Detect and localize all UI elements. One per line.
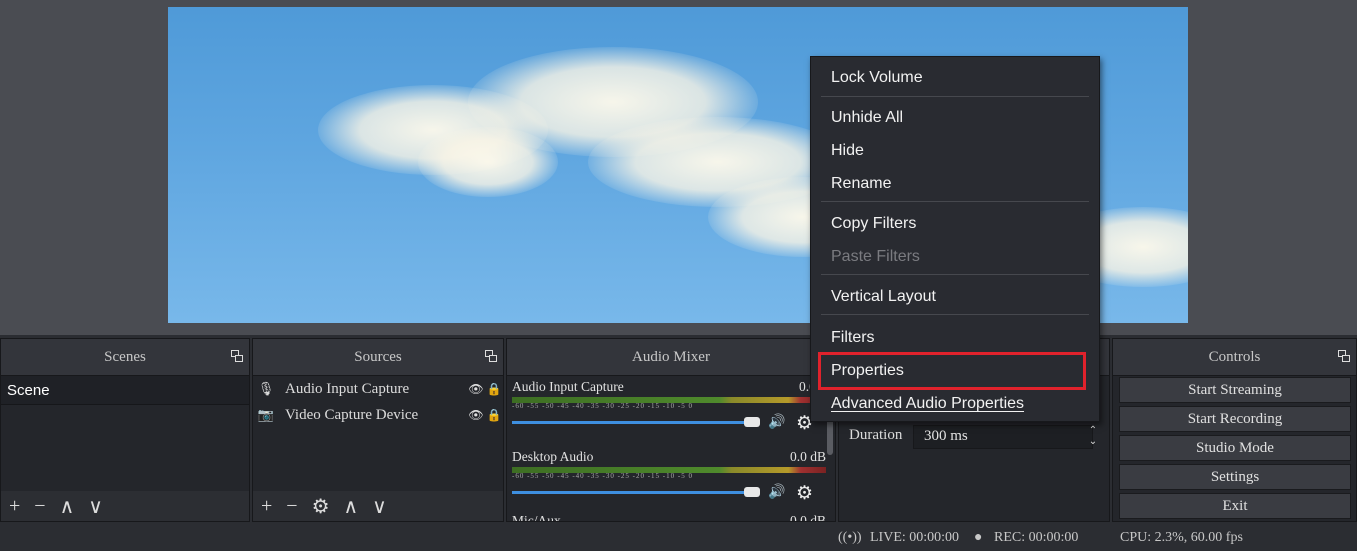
menu-item-unhide-all[interactable]: Unhide All [831,109,903,127]
menu-separator [821,96,1089,97]
audio-mixer-dock: Audio Mixer Audio Input Capture0.0 d -60… [506,338,836,522]
sources-toolbar: + − ⚙ ∧ ∨ [253,491,503,521]
move-down-button[interactable]: ∨ [88,494,103,519]
context-menu: Lock Volume Unhide All Hide Rename Copy … [810,56,1100,422]
channel-name: Mic/Aux [512,513,561,522]
add-scene-button[interactable]: + [9,495,20,518]
sources-header: Sources [253,339,503,376]
sources-dock: Sources 🎙 Audio Input Capture 👁 🔒 📷 Vide… [252,338,504,522]
menu-item-copy-filters[interactable]: Copy Filters [831,215,916,233]
channel-name: Desktop Audio [512,449,594,464]
volume-slider[interactable]: 🔊 ⚙ [512,482,826,505]
undock-icon[interactable] [231,350,243,362]
menu-item-rename[interactable]: Rename [831,175,891,193]
rec-time: REC: 00:00:00 [994,530,1079,545]
scenes-header: Scenes [1,339,249,376]
channel-level: 0.0 dB [789,513,826,522]
start-streaming-button[interactable]: Start Streaming [1119,377,1351,403]
record-dot-icon: ● [974,530,983,545]
meter-ticks: -60 -55 -50 -45 -40 -35 -30 -25 -20 -15 … [512,403,693,410]
add-source-button[interactable]: + [261,495,272,518]
menu-item-lock-volume[interactable]: Lock Volume [831,69,923,87]
controls-title: Controls [1208,348,1261,365]
remove-source-button[interactable]: − [286,495,297,518]
slider-track [512,421,752,424]
mixer-channel-mic-aux: Mic/Aux 0.0 dB [512,513,826,522]
move-down-button[interactable]: ∨ [372,494,387,519]
microphone-icon: 🎙 [257,381,275,396]
source-properties-button[interactable]: ⚙ [312,494,330,519]
menu-separator [821,201,1089,202]
move-up-button[interactable]: ∧ [344,494,359,519]
duration-value: 300 ms [924,428,968,444]
menu-item-advanced-audio-properties[interactable]: Advanced Audio Properties [831,395,1024,413]
scene-list-item[interactable]: Scene [1,376,249,405]
undock-icon[interactable] [485,350,497,362]
move-up-button[interactable]: ∧ [60,494,75,519]
source-item-audio-input[interactable]: 🎙 Audio Input Capture 👁 🔒 [253,376,503,402]
remove-scene-button[interactable]: − [34,495,45,518]
lock-icon[interactable]: 🔒 [485,382,503,397]
gear-icon[interactable]: ⚙ [796,482,813,505]
channel-level: 0.0 dB [789,449,826,464]
source-item-video-capture[interactable]: 📷 Video Capture Device 👁 🔒 [253,402,503,428]
speaker-icon[interactable]: 🔊 [768,414,785,431]
eye-icon[interactable]: 👁 [467,408,485,423]
menu-item-filters[interactable]: Filters [831,329,875,347]
start-recording-button[interactable]: Start Recording [1119,406,1351,432]
meter-ticks: -60 -55 -50 -45 -40 -35 -30 -25 -20 -15 … [512,473,693,480]
channel-name: Audio Input Capture [512,379,624,394]
highlight-box [818,352,1086,390]
sources-title: Sources [354,348,402,365]
duration-input[interactable]: 300 ms [913,425,1093,449]
menu-item-vertical-layout[interactable]: Vertical Layout [831,288,936,306]
slider-handle[interactable] [744,417,760,427]
controls-dock: Controls Start Streaming Start Recording… [1112,338,1357,522]
eye-icon[interactable]: 👁 [467,382,485,397]
mixer-title: Audio Mixer [632,348,710,365]
cpu-status: CPU: 2.3%, 60.00 fps [1120,530,1243,545]
mixer-header: Audio Mixer [507,339,835,376]
mixer-channel-desktop-audio: Desktop Audio 0.0 dB -60 -55 -50 -45 -40 … [512,449,826,505]
settings-button[interactable]: Settings [1119,464,1351,490]
menu-separator [821,314,1089,315]
scenes-dock: Scenes Scene + − ∧ ∨ [0,338,250,522]
lock-icon[interactable]: 🔒 [485,408,503,423]
menu-item-paste-filters: Paste Filters [831,248,920,265]
controls-header: Controls [1113,339,1356,376]
scenes-title: Scenes [104,348,146,365]
slider-track [512,491,752,494]
cloud [418,127,558,197]
menu-separator [821,274,1089,275]
undock-icon[interactable] [1338,350,1350,362]
live-icon: ((•)) [838,530,862,545]
mixer-channel-audio-input: Audio Input Capture0.0 d -60 -55 -50 -45… [512,379,826,434]
studio-mode-button[interactable]: Studio Mode [1119,435,1351,461]
slider-handle[interactable] [744,487,760,497]
exit-button[interactable]: Exit [1119,493,1351,519]
status-bar: ((•)) LIVE: 00:00:00 ● REC: 00:00:00 CPU… [0,522,1357,551]
duration-label: Duration [849,427,903,443]
speaker-icon[interactable]: 🔊 [768,484,785,501]
source-label: Video Capture Device [285,406,419,423]
volume-slider[interactable]: 🔊 ⚙ [512,413,826,434]
source-label: Audio Input Capture [285,380,410,397]
camera-icon: 📷 [257,407,275,422]
scenes-toolbar: + − ∧ ∨ [1,491,249,521]
menu-item-hide[interactable]: Hide [831,142,864,160]
duration-spinner[interactable]: ⌃ ⌄ [1087,425,1099,449]
live-time: LIVE: 00:00:00 [870,530,960,545]
